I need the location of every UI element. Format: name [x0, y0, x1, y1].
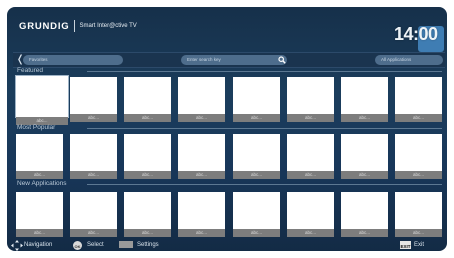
footer-hint-bar: Navigation OK Select Settings EXIT Exit [7, 239, 447, 251]
app-tile[interactable]: abc... [178, 77, 225, 122]
category-select[interactable]: All Applications [375, 55, 443, 65]
app-tile[interactable]: abc... [395, 77, 442, 122]
app-tile-caption: abc... [70, 171, 117, 179]
brand-divider [74, 20, 76, 32]
app-tile-caption: abc... [341, 229, 388, 237]
brand-header: GRUNDIG Smart Inter@ctive TV [19, 20, 137, 32]
app-tile-caption: abc... [124, 171, 171, 179]
app-tile-caption: abc... [16, 171, 63, 179]
navigation-arrows-icon [11, 240, 23, 251]
app-tile[interactable]: abc... [70, 134, 117, 179]
app-tile[interactable]: abc... [124, 134, 171, 179]
app-tile[interactable]: abc... [233, 134, 280, 179]
exit-hint: Exit [414, 242, 425, 248]
app-tile-caption: abc... [70, 114, 117, 122]
app-tile[interactable]: abc... [395, 134, 442, 179]
app-tile[interactable]: abc... [341, 192, 388, 237]
app-tile-caption: abc... [341, 171, 388, 179]
app-tile-caption: abc... [178, 229, 225, 237]
app-tile[interactable]: abc... [178, 134, 225, 179]
app-tile-caption: abc... [287, 171, 334, 179]
favorites-field[interactable]: Favorites [23, 55, 123, 65]
app-tile[interactable]: abc... [233, 192, 280, 237]
app-tile[interactable]: abc... [287, 134, 334, 179]
app-tile-caption: abc... [395, 114, 442, 122]
app-tile-caption: abc... [70, 229, 117, 237]
app-tile[interactable]: abc... [233, 77, 280, 122]
app-tile[interactable]: abc... [395, 192, 442, 237]
app-tile-caption: abc... [124, 114, 171, 122]
app-tile-caption: abc... [287, 229, 334, 237]
app-tile-caption: abc... [233, 229, 280, 237]
section-title-new-applications: New Applications [17, 180, 67, 187]
section-divider [87, 128, 442, 129]
exit-key-icon: EXIT [400, 241, 411, 249]
app-tile[interactable]: abc... [341, 77, 388, 122]
settings-key-icon [119, 241, 133, 248]
settings-hint: Settings [137, 242, 159, 248]
section-divider [87, 184, 442, 185]
app-tile[interactable]: abc... [16, 192, 63, 237]
app-tile[interactable]: abc... [16, 134, 63, 179]
app-tile[interactable]: abc... [70, 77, 117, 122]
app-tile[interactable]: abc... [341, 134, 388, 179]
app-tile[interactable]: abc... [124, 192, 171, 237]
search-input[interactable]: Enter search key [181, 55, 287, 65]
app-tile-caption: abc... [287, 114, 334, 122]
app-tile[interactable]: abc... [70, 192, 117, 237]
app-tile-caption: abc... [395, 171, 442, 179]
app-tile-caption: abc... [178, 171, 225, 179]
brand-logo: GRUNDIG [19, 20, 70, 32]
app-tile-caption: abc... [395, 229, 442, 237]
app-tile[interactable]: abc... [178, 192, 225, 237]
product-name: Smart Inter@ctive TV [79, 23, 137, 29]
ok-key-icon: OK [73, 241, 82, 250]
section-divider [87, 71, 442, 72]
select-hint: Select [87, 242, 104, 248]
section-title-featured: Featured [17, 67, 44, 74]
smart-tv-screen: GRUNDIG Smart Inter@ctive TV 14:00 ❬ Fav… [7, 7, 447, 251]
app-tile[interactable]: abc... [15, 75, 69, 125]
clock-time: 14:00 [394, 24, 438, 44]
app-tile-caption: abc... [124, 229, 171, 237]
search-bar: ❬ Favorites Enter search key All Applica… [13, 52, 447, 68]
app-tile-caption: abc... [178, 114, 225, 122]
section-title-most-popular: Most Popular [17, 124, 56, 131]
app-tile[interactable]: abc... [124, 77, 171, 122]
navigation-hint: Navigation [24, 242, 53, 248]
app-tile[interactable]: abc... [287, 77, 334, 122]
app-tile-caption: abc... [16, 229, 63, 237]
search-icon[interactable] [278, 56, 286, 64]
app-tile-caption: abc... [233, 171, 280, 179]
app-tile-caption: abc... [233, 114, 280, 122]
app-tile[interactable]: abc... [287, 192, 334, 237]
scroll-right-arrow-icon[interactable]: ❭ [445, 53, 447, 67]
app-tile-caption: abc... [341, 114, 388, 122]
